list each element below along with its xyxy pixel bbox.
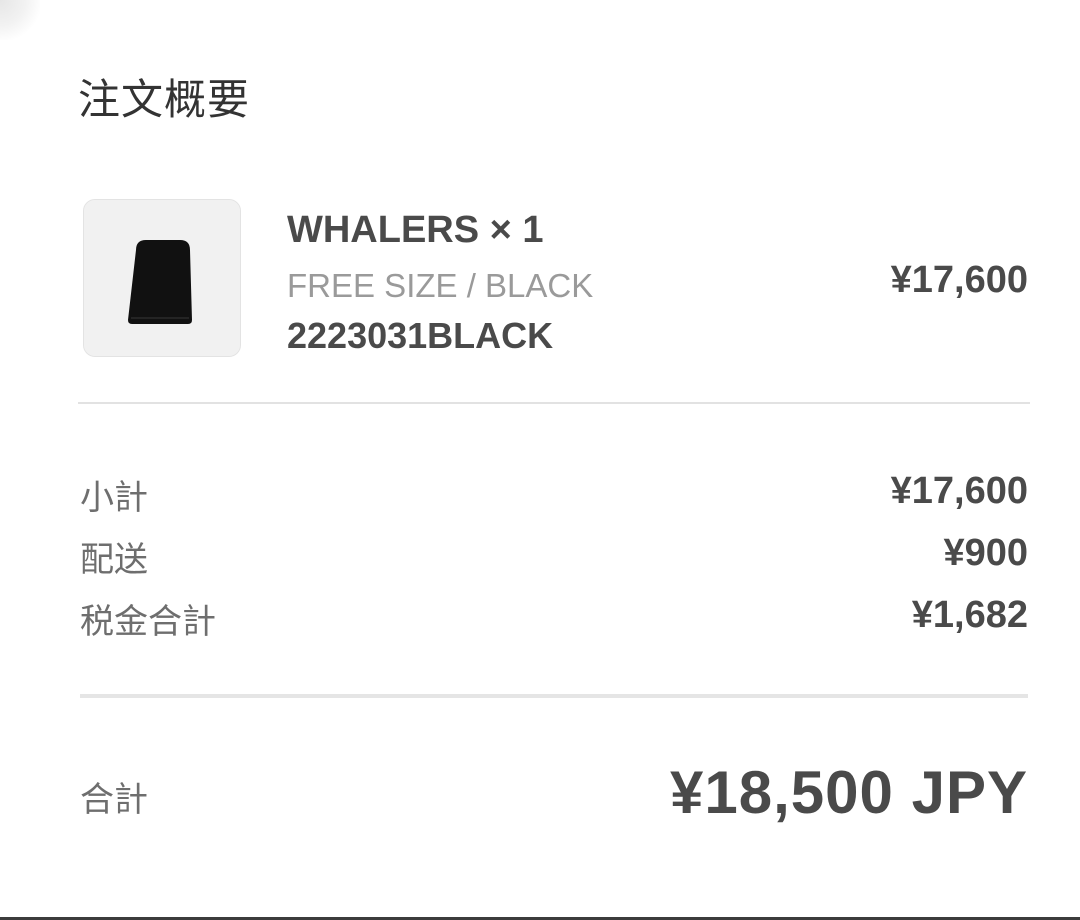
total-label: 合計 <box>80 781 148 819</box>
summary-row-shipping: 配送 ¥900 <box>80 532 1028 579</box>
product-name: WHALERS × 1 <box>287 209 544 251</box>
shipping-value: ¥900 <box>943 532 1028 574</box>
tax-label: 税金合計 <box>80 603 216 641</box>
page-title: 注文概要 <box>78 76 251 123</box>
subtotal-value: ¥17,600 <box>890 470 1028 512</box>
total-row: 合計 ¥18,500 JPY <box>80 758 1028 828</box>
subtotal-label: 小計 <box>80 479 148 517</box>
total-value: ¥18,500 JPY <box>670 759 1028 826</box>
shipping-label: 配送 <box>80 541 148 579</box>
beanie-icon <box>84 200 240 356</box>
corner-shadow <box>0 0 40 40</box>
divider <box>80 694 1028 698</box>
summary-row-subtotal: 小計 ¥17,600 <box>80 470 1028 517</box>
order-line-item: WHALERS × 1 FREE SIZE / BLACK 2223031BLA… <box>83 199 1028 357</box>
product-variant: FREE SIZE / BLACK <box>287 267 594 304</box>
product-sku: 2223031BLACK <box>287 315 554 356</box>
summary-row-tax: 税金合計 ¥1,682 <box>80 594 1028 641</box>
divider <box>78 402 1030 404</box>
product-thumbnail <box>83 199 241 357</box>
tax-value: ¥1,682 <box>911 594 1028 636</box>
product-price: ¥17,600 <box>890 259 1028 301</box>
